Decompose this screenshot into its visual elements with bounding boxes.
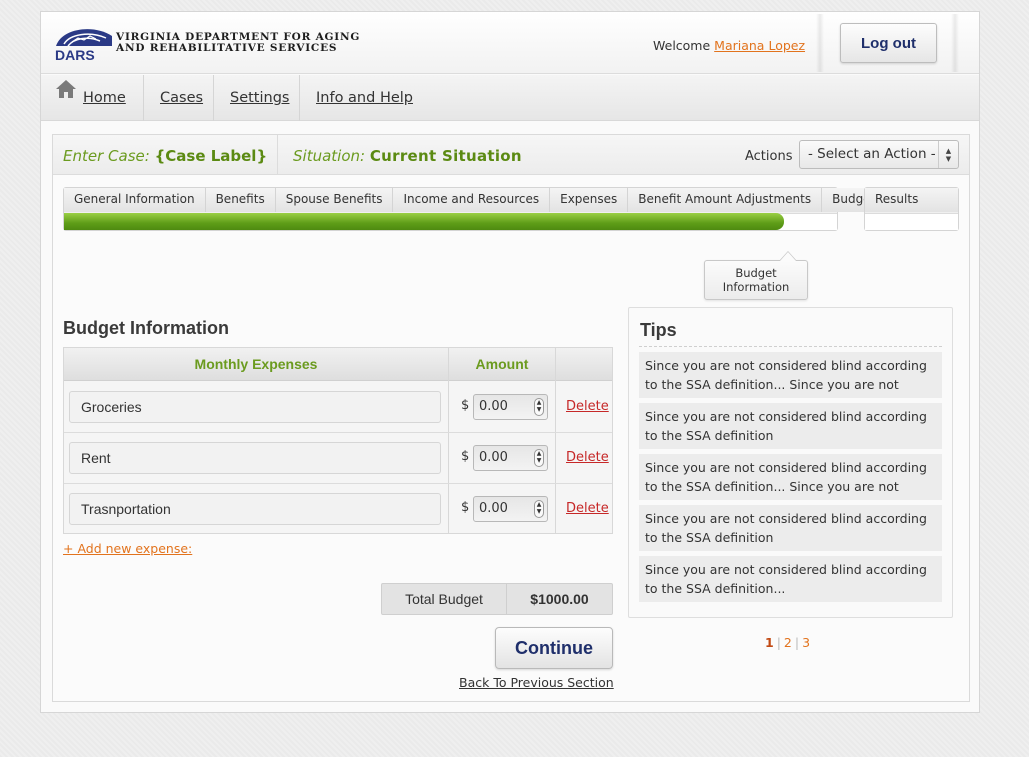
tips-panel: Tips Since you are not considered blind … bbox=[628, 307, 953, 618]
budget-table: Monthly Expenses Amount Groceries $0.00 ▲ ▼… bbox=[63, 347, 613, 534]
currency-symbol: $ bbox=[461, 449, 470, 464]
step-tab[interactable]: Income and Resources bbox=[393, 188, 551, 212]
nav-cases[interactable]: Cases bbox=[144, 75, 214, 121]
amount-stepper[interactable]: 0.00 ▲ ▼ bbox=[473, 394, 548, 420]
step-tab[interactable]: Spouse Benefits bbox=[275, 188, 394, 212]
header-divider bbox=[816, 14, 824, 72]
continue-button[interactable]: Continue bbox=[495, 627, 613, 669]
divider bbox=[277, 135, 278, 175]
action-select-value: - Select an Action - bbox=[808, 146, 936, 162]
user-name-link[interactable]: Mariana Lopez bbox=[714, 38, 805, 53]
step-tab[interactable]: Benefit Amount Adjustments bbox=[628, 188, 823, 212]
step-tabs: General Information Benefits Spouse Benefi… bbox=[64, 188, 886, 212]
select-arrows-icon: ▲ ▼ bbox=[938, 141, 958, 168]
amount-stepper[interactable]: 0.00 ▲ ▼ bbox=[473, 445, 548, 471]
add-expense-link[interactable]: + Add new expense: bbox=[63, 541, 192, 556]
org-name: Virginia Department for Aging and Rehabi… bbox=[116, 32, 360, 54]
logout-button[interactable]: Log out bbox=[840, 23, 937, 63]
pager-page-link[interactable]: 2 bbox=[784, 635, 792, 650]
header: DARS Virginia Department for Aging and R… bbox=[41, 12, 979, 74]
amount-stepper[interactable]: 0.00 ▲ ▼ bbox=[473, 496, 548, 522]
amount-value: 0.00 bbox=[479, 450, 508, 465]
delete-expense-link[interactable]: Delete bbox=[566, 450, 609, 465]
actions-label: Actions bbox=[745, 149, 793, 164]
case-value[interactable]: {Case Label} bbox=[155, 147, 268, 165]
amount-value: 0.00 bbox=[479, 501, 508, 516]
col-monthly-expenses: Monthly Expenses bbox=[194, 356, 318, 372]
spinner-arrows-icon[interactable]: ▲ ▼ bbox=[534, 398, 544, 416]
tip-item[interactable]: Since you are not considered blind accor… bbox=[639, 556, 942, 602]
delete-expense-link[interactable]: Delete bbox=[566, 399, 609, 414]
results-progress-track bbox=[865, 213, 958, 230]
app-window: DARS Virginia Department for Aging and R… bbox=[40, 11, 980, 713]
table-header: Monthly Expenses Amount bbox=[64, 348, 612, 381]
dars-logo-icon: DARS bbox=[55, 29, 112, 63]
dars-logo[interactable]: DARS Virginia Department for Aging and R… bbox=[54, 22, 359, 66]
pager-page-link[interactable]: 1 bbox=[765, 635, 774, 650]
current-step-tooltip: Budget Information bbox=[704, 251, 808, 300]
situation-label: Situation: bbox=[293, 147, 366, 165]
header-divider bbox=[951, 14, 959, 72]
case-panel: Enter Case: {Case Label} Situation: Curr… bbox=[52, 134, 970, 702]
nav-home[interactable]: Home bbox=[41, 75, 144, 121]
tip-item[interactable]: Since you are not considered blind accor… bbox=[639, 505, 942, 551]
tips-pager: 1 | 2 | 3 bbox=[765, 635, 810, 650]
pager-separator: | bbox=[776, 635, 781, 650]
main-nav: Home Cases Settings Info and Help bbox=[41, 75, 979, 121]
tip-item[interactable]: Since you are not considered blind accor… bbox=[639, 352, 942, 398]
case-bar: Enter Case: {Case Label} Situation: Curr… bbox=[53, 135, 969, 175]
table-row: Trasnportation $0.00 ▲ ▼ Delete bbox=[64, 484, 612, 535]
table-row: Rent $0.00 ▲ ▼ Delete bbox=[64, 433, 612, 484]
enter-case-label: Enter Case: bbox=[63, 147, 150, 165]
budget-title: Budget Information bbox=[63, 318, 229, 338]
nav-info-help[interactable]: Info and Help bbox=[300, 75, 430, 121]
home-icon bbox=[55, 72, 77, 118]
pager-page-link[interactable]: 3 bbox=[802, 635, 810, 650]
case-label: Enter Case: {Case Label} bbox=[63, 147, 267, 165]
step-tab[interactable]: Expenses bbox=[550, 188, 629, 212]
currency-symbol: $ bbox=[461, 398, 470, 413]
back-to-previous-link[interactable]: Back To Previous Section bbox=[459, 675, 614, 690]
step-tab[interactable]: General Information bbox=[64, 188, 206, 212]
logo-abbr: DARS bbox=[55, 47, 95, 62]
expense-name-field[interactable]: Rent bbox=[69, 442, 441, 474]
expense-name-field[interactable]: Trasnportation bbox=[69, 493, 441, 525]
welcome-label: Welcome bbox=[653, 38, 711, 53]
situation-value: Current Situation bbox=[369, 147, 522, 165]
delete-expense-link[interactable]: Delete bbox=[566, 501, 609, 516]
amount-value: 0.00 bbox=[479, 399, 508, 414]
situation: Situation: Current Situation bbox=[293, 147, 522, 165]
spinner-arrows-icon[interactable]: ▲ ▼ bbox=[534, 500, 544, 518]
col-amount: Amount bbox=[475, 356, 529, 372]
tips-title: Tips bbox=[640, 320, 677, 340]
total-budget-label: Total Budget bbox=[405, 591, 483, 607]
tip-item[interactable]: Since you are not considered blind accor… bbox=[639, 454, 942, 500]
results-step: Results bbox=[864, 187, 959, 231]
welcome-message: Welcome Mariana Lopez bbox=[653, 38, 805, 53]
step-progress: General Information Benefits Spouse Benefi… bbox=[63, 187, 886, 231]
step-tab[interactable]: Benefits bbox=[205, 188, 276, 212]
tip-item[interactable]: Since you are not considered blind accor… bbox=[639, 403, 942, 449]
nav-home-label: Home bbox=[83, 90, 126, 106]
expense-name-field[interactable]: Groceries bbox=[69, 391, 441, 423]
tips-divider bbox=[639, 346, 942, 347]
action-select[interactable]: - Select an Action - ▲ ▼ bbox=[799, 140, 959, 169]
pager-separator: | bbox=[794, 635, 800, 650]
nav-settings[interactable]: Settings bbox=[214, 75, 300, 121]
progress-fill bbox=[64, 213, 785, 230]
org-name-line2: and Rehabilitative Services bbox=[116, 42, 338, 54]
total-budget-value: $1000.00 bbox=[530, 591, 589, 607]
currency-symbol: $ bbox=[461, 500, 470, 515]
table-row: Groceries $0.00 ▲ ▼ Delete bbox=[64, 382, 612, 433]
total-budget: Total Budget $1000.00 bbox=[381, 583, 613, 615]
step-results[interactable]: Results bbox=[865, 188, 958, 212]
spinner-arrows-icon[interactable]: ▲ ▼ bbox=[534, 449, 544, 467]
